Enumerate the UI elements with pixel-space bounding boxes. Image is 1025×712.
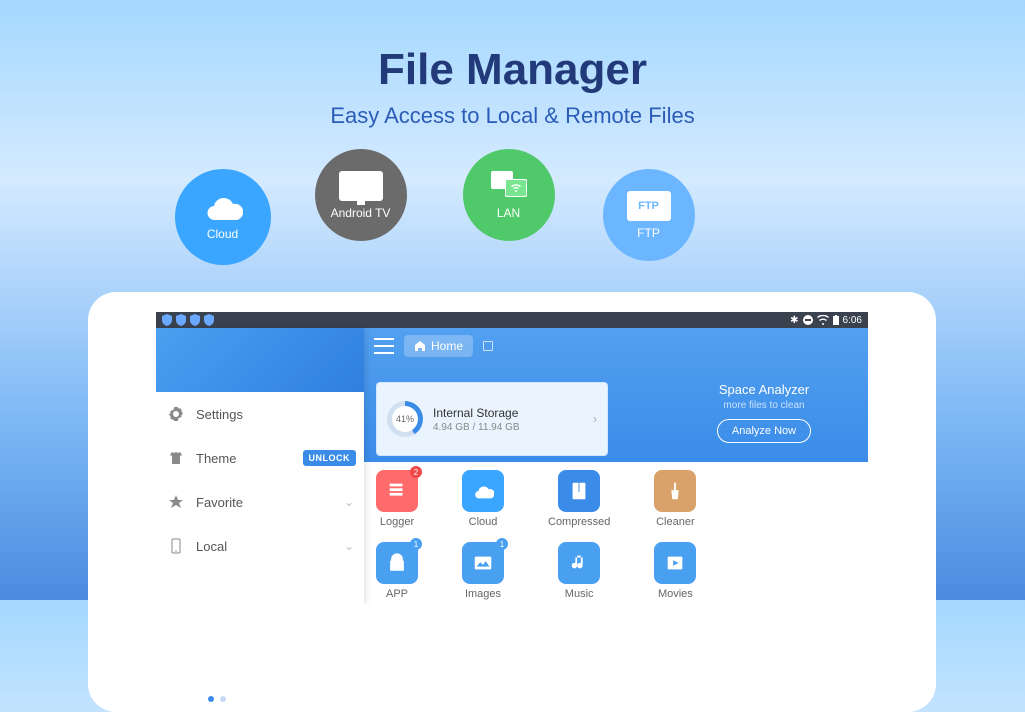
cloud-icon bbox=[462, 470, 504, 512]
sidebar-item-label: Local bbox=[196, 539, 227, 554]
app-icon: 1 bbox=[376, 542, 418, 584]
app-bar: Home bbox=[364, 328, 868, 364]
grid-item-music[interactable]: Music bbox=[558, 542, 600, 600]
bubble-ftp-label: FTP bbox=[637, 226, 660, 240]
sidebar-item-label: Favorite bbox=[196, 495, 243, 510]
bubble-androidtv-label: Android TV bbox=[331, 206, 391, 220]
images-icon: 1 bbox=[462, 542, 504, 584]
status-time: 6:06 bbox=[843, 315, 862, 326]
bubble-androidtv: Android TV bbox=[315, 149, 407, 241]
space-analyzer: Space Analyzer more files to clean Analy… bbox=[684, 382, 844, 443]
phone-icon bbox=[168, 538, 184, 554]
analyzer-sub: more files to clean bbox=[684, 400, 844, 411]
page-subtitle: Easy Access to Local & Remote Files bbox=[0, 103, 1025, 129]
shield-icon bbox=[204, 314, 214, 326]
wifi-icon bbox=[817, 315, 829, 325]
menu-button[interactable] bbox=[374, 338, 394, 354]
grid-label: Logger bbox=[380, 516, 414, 528]
storage-title: Internal Storage bbox=[433, 406, 583, 420]
bubble-cloud-label: Cloud bbox=[207, 227, 238, 241]
unlock-badge: UNLOCK bbox=[303, 450, 357, 466]
grid-label: Music bbox=[565, 588, 594, 600]
grid-label: Images bbox=[465, 588, 501, 600]
storage-percent-ring: 41% bbox=[387, 401, 423, 437]
grid-item-cloud[interactable]: Cloud bbox=[462, 470, 504, 528]
chevron-down-icon: ⌄ bbox=[344, 539, 354, 553]
compressed-icon bbox=[558, 470, 600, 512]
analyzer-title: Space Analyzer bbox=[684, 382, 844, 397]
pager-dot[interactable] bbox=[220, 696, 226, 702]
page-title: File Manager bbox=[0, 0, 1025, 95]
sidebar-item-favorite[interactable]: Favorite ⌄ bbox=[156, 480, 364, 524]
home-tab[interactable]: Home bbox=[404, 335, 473, 357]
movies-icon bbox=[654, 542, 696, 584]
grid-item-movies[interactable]: Movies bbox=[654, 542, 696, 600]
logger-icon: 2 bbox=[376, 470, 418, 512]
grid-item-images[interactable]: 1 Images bbox=[462, 542, 504, 600]
shield-icon bbox=[190, 314, 200, 326]
status-bar: ✱ 6:06 bbox=[156, 312, 868, 328]
bubble-cloud: Cloud bbox=[175, 169, 271, 265]
sidebar-banner bbox=[156, 328, 364, 392]
grid-item-compressed[interactable]: Compressed bbox=[548, 470, 610, 528]
feature-bubbles: Cloud Android TV LAN FTP FTP bbox=[163, 149, 863, 269]
sidebar-item-label: Theme bbox=[196, 451, 236, 466]
sidebar-item-theme[interactable]: Theme UNLOCK bbox=[156, 436, 364, 480]
shield-icon bbox=[176, 314, 186, 326]
music-icon bbox=[558, 542, 600, 584]
tab-overview-icon[interactable] bbox=[483, 341, 493, 351]
chevron-down-icon: ⌄ bbox=[344, 495, 354, 509]
ftp-icon: FTP bbox=[627, 191, 671, 221]
chevron-right-icon: › bbox=[593, 412, 597, 426]
grid-label: Compressed bbox=[548, 516, 610, 528]
storage-percent: 41% bbox=[392, 406, 418, 432]
home-label: Home bbox=[431, 339, 463, 353]
bubble-lan: LAN bbox=[463, 149, 555, 241]
lan-icon bbox=[491, 171, 527, 201]
dnd-icon bbox=[803, 315, 813, 325]
storage-card[interactable]: 41% Internal Storage 4.94 GB / 11.94 GB … bbox=[376, 382, 608, 456]
grid-item-app[interactable]: 1 APP bbox=[376, 542, 418, 600]
sidebar-item-local[interactable]: Local ⌄ bbox=[156, 524, 364, 568]
star-icon bbox=[168, 494, 184, 510]
cleaner-icon bbox=[654, 470, 696, 512]
category-grid: 2 Logger 1 APP Cloud bbox=[364, 462, 868, 604]
sidebar: Settings Theme UNLOCK Favorite ⌄ Local ⌄ bbox=[156, 328, 364, 604]
grid-label: Cloud bbox=[469, 516, 498, 528]
storage-sub: 4.94 GB / 11.94 GB bbox=[433, 422, 583, 433]
status-right: ✱ 6:06 bbox=[790, 315, 862, 326]
pager-dot[interactable] bbox=[208, 696, 214, 702]
bubble-ftp: FTP FTP bbox=[603, 169, 695, 261]
tv-icon bbox=[339, 171, 383, 201]
grid-label: Cleaner bbox=[656, 516, 695, 528]
battery-icon bbox=[833, 315, 839, 325]
bubble-lan-label: LAN bbox=[497, 206, 520, 220]
cloud-icon bbox=[203, 194, 243, 222]
bluetooth-icon: ✱ bbox=[790, 315, 798, 326]
sidebar-item-settings[interactable]: Settings bbox=[156, 392, 364, 436]
gear-icon bbox=[168, 406, 184, 422]
home-icon bbox=[414, 340, 426, 352]
badge-count: 2 bbox=[410, 466, 422, 478]
grid-label: Movies bbox=[658, 588, 693, 600]
grid-label: APP bbox=[386, 588, 408, 600]
pager-dots bbox=[208, 696, 226, 702]
app-screen: ✱ 6:06 Home 41% Inter bbox=[156, 312, 868, 604]
sidebar-item-label: Settings bbox=[196, 407, 243, 422]
badge-count: 1 bbox=[410, 538, 422, 550]
status-left bbox=[162, 314, 214, 326]
shield-icon bbox=[162, 314, 172, 326]
badge-count: 1 bbox=[496, 538, 508, 550]
grid-item-cleaner[interactable]: Cleaner bbox=[654, 470, 696, 528]
tablet-frame: ✱ 6:06 Home 41% Inter bbox=[88, 292, 936, 712]
analyze-button[interactable]: Analyze Now bbox=[717, 419, 811, 443]
shirt-icon bbox=[168, 450, 184, 466]
grid-item-logger[interactable]: 2 Logger bbox=[376, 470, 418, 528]
